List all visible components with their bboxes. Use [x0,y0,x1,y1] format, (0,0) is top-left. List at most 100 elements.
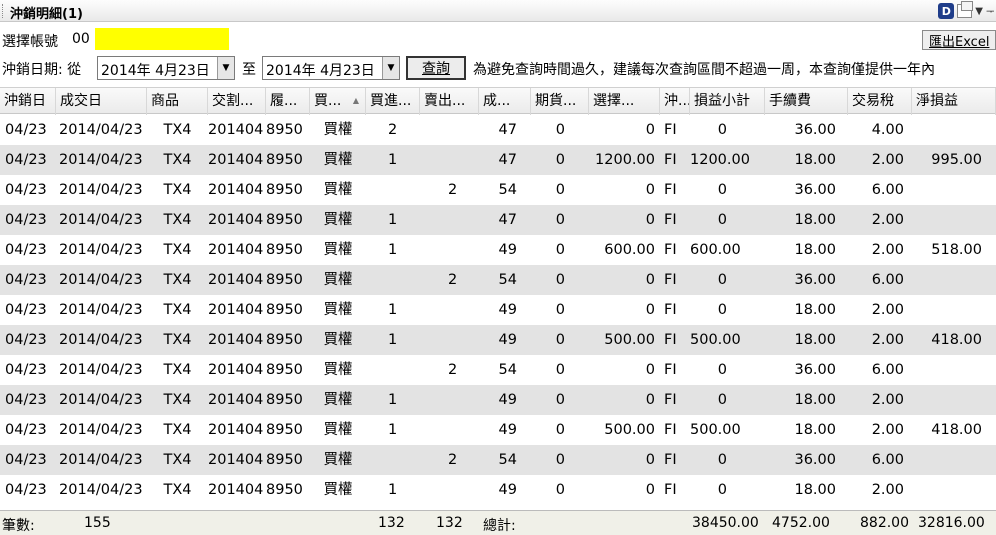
column-header-trade-date[interactable]: 成交日 [56,88,147,115]
cell-trade-date: 2014/04/23 [59,152,143,168]
table-row[interactable]: 04/23 2014/04/23 TX4 201404 8950 買權 2 54 0 0 FI 0 36… [0,355,996,385]
cell-futures-pl: 0 [555,332,565,348]
cell-net-pl [912,205,996,235]
cell-fee: 18.00 [794,422,836,438]
cell-sell-qty [420,475,479,505]
date-from-value: 2014年 4月23日 [101,63,210,79]
cell-net-pl [912,175,996,205]
table-row[interactable]: 04/23 2014/04/23 TX4 201404 8950 買權 1 49 0 0 FI 0 18… [0,295,996,325]
date-to-label: 至 [242,62,256,78]
column-header-fee[interactable]: 手續費 [765,88,848,115]
cell-product: TX4 [163,482,192,498]
account-field[interactable]: 00 [72,28,229,50]
column-header-options-pl[interactable]: 選擇... [589,88,660,115]
column-header-strike[interactable]: 履... [266,88,310,115]
column-header-delivery-month[interactable]: 交割... [208,88,266,115]
cell-sell-qty [420,385,479,415]
column-header-price[interactable]: 成... [479,88,531,115]
cell-offset-date: 04/23 [5,422,47,438]
d-app-icon[interactable]: D [938,3,955,19]
cell-tax: 2.00 [871,392,904,408]
cell-offset-date: 04/23 [5,122,47,138]
cell-product: TX4 [163,212,192,228]
column-header-pl-subtotal[interactable]: 損益小計 [690,88,765,115]
table-row[interactable]: 04/23 2014/04/23 TX4 201404 8950 買權 2 54 0 0 FI 0 36… [0,175,996,205]
cell-buy-qty [366,175,420,205]
cell-net-pl: 418.00 [931,422,982,438]
cell-fee: 36.00 [794,182,836,198]
cell-trade-date: 2014/04/23 [59,332,143,348]
cell-call-put: 買權 [323,272,353,288]
cell-net-pl: 418.00 [931,332,982,348]
cell-fee: 36.00 [794,272,836,288]
cell-net-pl [912,445,996,475]
table-row[interactable]: 04/23 2014/04/23 TX4 201404 8950 買權 1 49 0 600.00… [0,235,996,265]
table-row[interactable]: 04/23 2014/04/23 TX4 201404 8950 買權 2 47 0 0 FI 0 36… [0,115,996,145]
date-filter-row: 沖銷日期: 從 2014年 4月23日 ▼ 至 2014年 4月23日 ▼ 查詢… [0,56,996,80]
column-header-offset-date[interactable]: 沖銷日 [0,88,56,115]
cell-options-pl: 500.00 [604,332,655,348]
cell-offset-date: 04/23 [5,362,47,378]
column-header-product[interactable]: 商品 [147,88,208,115]
cell-offset-date: 04/23 [5,152,47,168]
date-from-dropdown-icon[interactable]: ▼ [217,57,234,79]
cell-offset-date: 04/23 [5,272,47,288]
date-to-value: 2014年 4月23日 [266,63,375,79]
cell-product: TX4 [163,422,192,438]
column-header-call-put[interactable]: 買... ▲ [310,88,366,115]
cell-futures-pl: 0 [555,182,565,198]
dropdown-arrow-icon[interactable]: ▼ [975,6,983,17]
column-header-net-pl[interactable]: 淨損益 [912,88,996,115]
cell-options-pl: 0 [645,122,655,138]
cell-sell-qty [420,205,479,235]
query-button[interactable]: 查詢 [406,56,466,80]
date-from-picker[interactable]: 2014年 4月23日 ▼ [97,56,235,80]
cell-tax: 2.00 [871,422,904,438]
cell-tax: 2.00 [871,242,904,258]
table-row[interactable]: 04/23 2014/04/23 TX4 201404 8950 買權 2 54 0 0 FI 0 36… [0,265,996,295]
table-row[interactable]: 04/23 2014/04/23 TX4 201404 8950 買權 2 54 0 0 FI 0 36… [0,445,996,475]
drag-grip[interactable] [2,4,5,18]
cell-offset-date: 04/23 [5,392,47,408]
window-restore-icon[interactable] [957,1,974,18]
date-to-dropdown-icon[interactable]: ▼ [382,57,399,79]
cell-buy-qty: 1 [388,302,398,318]
export-excel-button[interactable]: 匯出Excel [922,30,996,50]
cell-buy-qty: 1 [388,392,398,408]
cell-price: 54 [498,362,517,378]
column-header-buy-qty[interactable]: 買進... [366,88,420,115]
cell-futures-pl: 0 [555,272,565,288]
cell-delivery-month: 201404 [208,242,264,258]
column-header-futures-pl[interactable]: 期貨... [531,88,589,115]
table-row[interactable]: 04/23 2014/04/23 TX4 201404 8950 買權 1 49 0 0 FI 0 18… [0,475,996,505]
table-row[interactable]: 04/23 2014/04/23 TX4 201404 8950 買權 1 47 0 1200.0… [0,145,996,175]
cell-buy-qty: 1 [388,482,398,498]
date-to-picker[interactable]: 2014年 4月23日 ▼ [262,56,400,80]
column-header-tax[interactable]: 交易稅 [848,88,912,115]
cell-price: 49 [498,482,517,498]
cell-fee: 18.00 [794,302,836,318]
table-row[interactable]: 04/23 2014/04/23 TX4 201404 8950 買權 1 47 0 0 FI 0 18… [0,205,996,235]
cell-pl-subtotal: 500.00 [690,422,741,438]
cell-sell-qty [420,325,479,355]
cell-fee: 36.00 [794,452,836,468]
column-header-offset-type[interactable]: 沖... [660,88,690,115]
cell-net-pl [912,115,996,145]
column-header-sell-qty[interactable]: 賣出... [420,88,479,115]
cell-buy-qty: 1 [388,242,398,258]
cell-tax: 6.00 [871,182,904,198]
cell-trade-date: 2014/04/23 [59,302,143,318]
table-row[interactable]: 04/23 2014/04/23 TX4 201404 8950 買權 1 49 0 500.00… [0,415,996,445]
table-row[interactable]: 04/23 2014/04/23 TX4 201404 8950 買權 1 49 0 0 FI 0 18… [0,385,996,415]
buy-total: 132 [378,515,405,531]
cell-product: TX4 [163,452,192,468]
cell-pl-subtotal: 1200.00 [690,152,750,168]
cell-trade-date: 2014/04/23 [59,362,143,378]
cell-strike: 8950 [266,392,303,408]
cell-net-pl [912,475,996,505]
pin-icon[interactable]: ᅮ [986,3,994,19]
table-row[interactable]: 04/23 2014/04/23 TX4 201404 8950 買權 1 49 0 500.00… [0,325,996,355]
cell-pl-subtotal: 0 [717,362,727,378]
cell-options-pl: 1200.00 [595,152,655,168]
cell-tax: 2.00 [871,482,904,498]
